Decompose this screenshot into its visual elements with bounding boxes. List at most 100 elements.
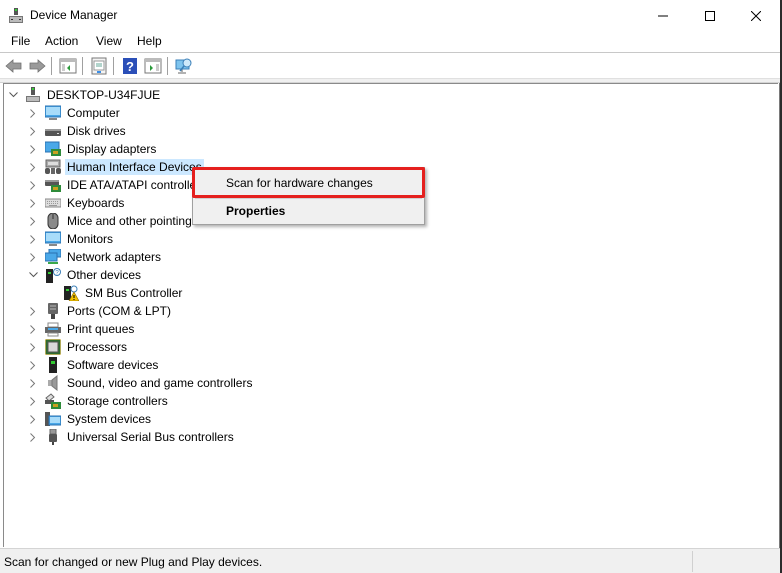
network-adapter-icon: [45, 249, 61, 264]
context-menu-separator: [195, 198, 422, 199]
tree-item-label: Storage controllers: [67, 394, 168, 408]
forward-arrow-icon[interactable]: [28, 57, 46, 75]
window-title: Device Manager: [30, 8, 118, 22]
storage-controller-icon: [45, 393, 61, 409]
tree-item[interactable]: Processors: [27, 338, 129, 356]
help-icon[interactable]: ?: [121, 57, 139, 75]
chevron-right-icon[interactable]: [27, 428, 39, 446]
tree-item[interactable]: Storage controllers: [27, 392, 170, 410]
tree-item[interactable]: Sound, video and game controllers: [27, 374, 254, 392]
toolbar: ?: [0, 53, 780, 79]
tree-item-label: Monitors: [67, 232, 114, 246]
toolbar-separator: [113, 57, 114, 75]
tree-item[interactable]: Ports (COM & LPT): [27, 302, 173, 320]
disk-drive-icon: [45, 129, 61, 136]
mouse-icon: [47, 213, 59, 229]
maximize-button[interactable]: [687, 0, 733, 31]
usb-icon: [49, 429, 57, 445]
tree-item[interactable]: IDE ATA/ATAPI controllers: [27, 176, 208, 194]
tree-item[interactable]: Disk drives: [27, 122, 128, 140]
tree-item[interactable]: Display adapters: [27, 140, 158, 158]
menu-bar: File Action View Help: [0, 31, 780, 53]
status-bar: Scan for changed or new Plug and Play de…: [0, 548, 780, 573]
close-button[interactable]: [733, 0, 779, 31]
chevron-right-icon[interactable]: [27, 122, 39, 140]
status-text: Scan for changed or new Plug and Play de…: [4, 555, 263, 569]
tree-item-label: Processors: [67, 340, 128, 354]
tree-child-item[interactable]: SM Bus Controller: [45, 284, 184, 302]
display-adapter-icon: [45, 141, 61, 156]
close-icon: [751, 10, 761, 21]
chevron-down-icon[interactable]: [7, 86, 19, 104]
tree-item[interactable]: Universal Serial Bus controllers: [27, 428, 236, 446]
svg-text:?: ?: [126, 59, 134, 74]
tree-item-label: Sound, video and game controllers: [67, 376, 253, 390]
menu-help[interactable]: Help: [137, 34, 162, 48]
tree-item-label: Human Interface Devices: [65, 159, 204, 175]
status-divider: [692, 551, 693, 572]
tree-item-label: Network adapters: [67, 250, 162, 264]
device-manager-window: Device Manager File Action View Help ? D…: [0, 0, 780, 573]
monitor-icon: [45, 231, 61, 246]
tree-item[interactable]: Computer: [27, 104, 122, 122]
menu-action[interactable]: Action: [45, 34, 78, 48]
chevron-right-icon[interactable]: [27, 338, 39, 356]
monitor-scan-icon[interactable]: [175, 57, 193, 75]
chevron-right-icon[interactable]: [27, 176, 39, 194]
chevron-right-icon[interactable]: [27, 194, 39, 212]
tree-item[interactable]: Print queues: [27, 320, 136, 338]
tree-item-label: Display adapters: [67, 142, 157, 156]
chevron-right-icon[interactable]: [27, 158, 39, 176]
minimize-icon: [658, 15, 668, 16]
port-icon: [48, 303, 58, 319]
chevron-right-icon[interactable]: [27, 212, 39, 230]
chevron-right-icon[interactable]: [27, 392, 39, 410]
chevron-right-icon[interactable]: [27, 230, 39, 248]
printer-icon: [45, 322, 61, 337]
tree-item-label: Universal Serial Bus controllers: [67, 430, 234, 444]
menu-view[interactable]: View: [96, 34, 122, 48]
tree-item[interactable]: Monitors: [27, 230, 115, 248]
hid-icon: [45, 159, 61, 174]
tree-item[interactable]: Keyboards: [27, 194, 126, 212]
chevron-down-icon[interactable]: [27, 266, 39, 284]
tree-item-label: Disk drives: [67, 124, 126, 138]
chevron-right-icon[interactable]: [27, 374, 39, 392]
minimize-button[interactable]: [640, 0, 686, 31]
back-arrow-icon[interactable]: [5, 57, 23, 75]
chevron-right-icon[interactable]: [27, 248, 39, 266]
tree-item-label: IDE ATA/ATAPI controllers: [67, 178, 207, 192]
device-tree: DESKTOP-U34FJUE Computer Disk drives Dis…: [3, 83, 778, 547]
menu-file[interactable]: File: [11, 34, 30, 48]
tree-item-label: System devices: [67, 412, 152, 426]
chevron-right-icon[interactable]: [27, 356, 39, 374]
toolbar-separator: [51, 57, 52, 75]
tree-item[interactable]: Software devices: [27, 356, 160, 374]
toolbar-separator: [167, 57, 168, 75]
tree-item-selected[interactable]: Human Interface Devices: [27, 158, 204, 176]
chevron-right-icon[interactable]: [27, 302, 39, 320]
maximize-icon: [705, 10, 715, 21]
tree-root[interactable]: DESKTOP-U34FJUE: [7, 86, 162, 104]
processor-icon: [45, 339, 61, 355]
software-device-icon: [49, 357, 57, 373]
chevron-right-icon[interactable]: [27, 320, 39, 338]
tree-item-expanded[interactable]: ? Other devices: [27, 266, 143, 284]
context-menu-properties[interactable]: Properties: [193, 200, 424, 222]
tree-item[interactable]: Network adapters: [27, 248, 163, 266]
chevron-right-icon[interactable]: [27, 104, 39, 122]
tree-item-label: Computer: [67, 106, 120, 120]
warning-device-icon: [64, 285, 79, 301]
chevron-right-icon[interactable]: [27, 410, 39, 428]
tree-item-label: Ports (COM & LPT): [67, 304, 172, 318]
action-pane-icon[interactable]: [144, 57, 162, 75]
tree-item[interactable]: System devices: [27, 410, 153, 428]
speaker-icon: [48, 375, 58, 391]
keyboard-icon: [45, 198, 61, 208]
properties-icon[interactable]: [90, 57, 108, 75]
device-manager-icon: [9, 8, 23, 23]
monitor-icon: [45, 105, 61, 120]
chevron-right-icon[interactable]: [27, 140, 39, 158]
console-tree-icon[interactable]: [59, 57, 77, 75]
